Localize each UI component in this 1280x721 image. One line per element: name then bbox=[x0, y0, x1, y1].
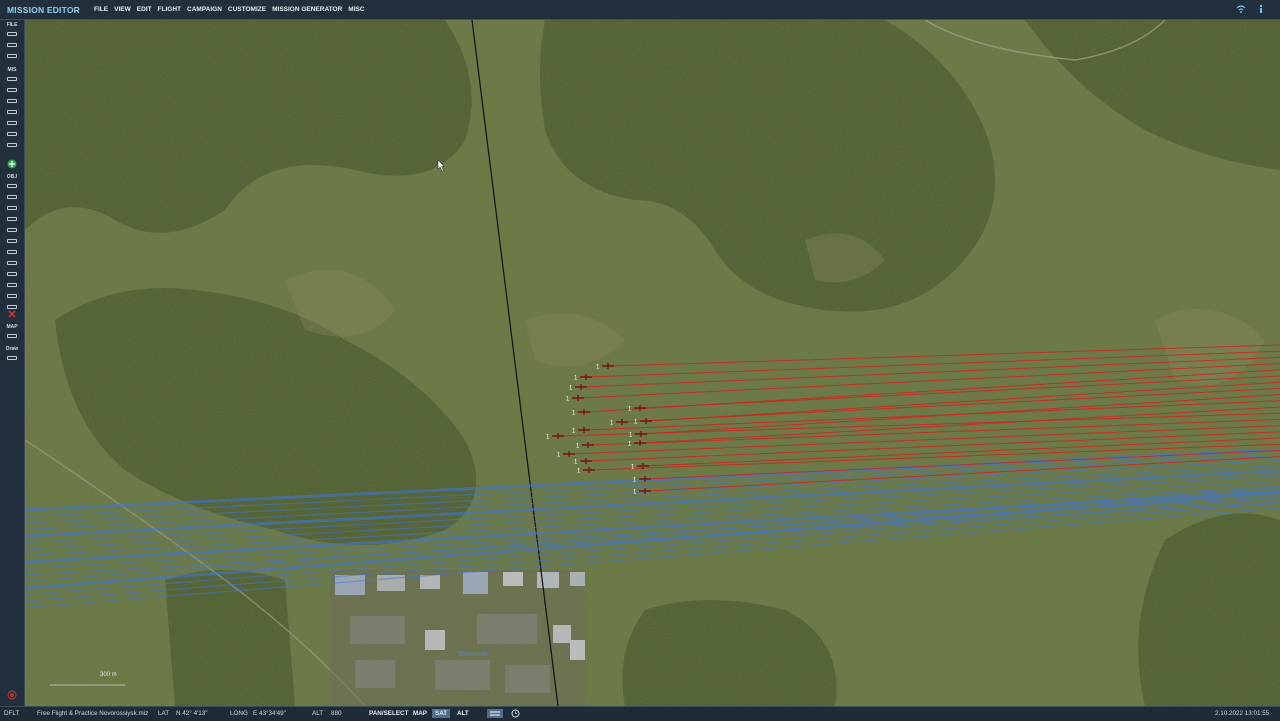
menu-edit[interactable]: EDIT bbox=[137, 6, 152, 13]
sidebar-file-label: FILE bbox=[6, 22, 18, 28]
trigger-icon[interactable] bbox=[4, 97, 20, 105]
satellite-terrain[interactable]: 1111111111111111111 300 m Volodarsk bbox=[25, 20, 1280, 706]
add-warehouse-icon[interactable] bbox=[4, 259, 20, 267]
info-icon[interactable] bbox=[1256, 4, 1266, 14]
check-icon[interactable] bbox=[4, 130, 20, 138]
mission-file-name: Free Flight & Practice Novorossiysk.miz bbox=[37, 710, 149, 717]
date-time: 2.10.2022 13:01:55 bbox=[1215, 710, 1270, 717]
open-mission-icon[interactable] bbox=[4, 41, 20, 49]
long-label: LONG bbox=[230, 710, 248, 717]
add-vehicle-icon[interactable] bbox=[4, 215, 20, 223]
coalition-icon[interactable] bbox=[4, 119, 20, 127]
profile-label: DFLT bbox=[4, 710, 20, 717]
add-nav-point-icon[interactable] bbox=[4, 281, 20, 289]
add-airbase-icon[interactable] bbox=[4, 248, 20, 256]
menu-bar: MISSION EDITOR FILE VIEW EDIT FLIGHT CAM… bbox=[0, 0, 1280, 20]
menu-flight[interactable]: FLIGHT bbox=[158, 6, 181, 13]
status-bar: DFLT Free Flight & Practice Novorossiysk… bbox=[0, 706, 1280, 721]
scale-label: 300 m bbox=[100, 672, 117, 678]
map-mode-button[interactable]: MAP bbox=[410, 709, 430, 718]
add-airplane-icon[interactable] bbox=[4, 182, 20, 190]
lat-label: LAT bbox=[158, 710, 170, 717]
add-helicopter-icon[interactable] bbox=[4, 193, 20, 201]
briefing-icon[interactable] bbox=[4, 75, 20, 83]
menu-view[interactable]: VIEW bbox=[114, 6, 131, 13]
lat-value: N 42° 4'13" bbox=[176, 710, 208, 717]
new-mission-icon[interactable] bbox=[4, 30, 20, 38]
delete-icon[interactable] bbox=[8, 310, 16, 318]
sidebar-map-label: MAP bbox=[6, 324, 18, 330]
resource-icon[interactable] bbox=[4, 141, 20, 149]
alt-label: ALT bbox=[312, 710, 324, 717]
map-options-icon[interactable] bbox=[4, 332, 20, 340]
record-icon[interactable] bbox=[7, 690, 17, 700]
goals-icon[interactable] bbox=[4, 108, 20, 116]
app-title: MISSION EDITOR bbox=[7, 4, 81, 15]
town-label: Volodarsk bbox=[457, 651, 488, 658]
map-view[interactable]: 1111111111111111111 300 m Volodarsk bbox=[25, 20, 1280, 706]
town-blocks bbox=[330, 570, 585, 706]
wifi-icon[interactable] bbox=[1236, 4, 1246, 14]
save-mission-icon[interactable] bbox=[4, 52, 20, 60]
sidebar-obj-label: OBJ bbox=[6, 174, 18, 180]
pan-select-button[interactable]: PAN/SELECT bbox=[366, 709, 411, 718]
add-zone-icon[interactable] bbox=[7, 159, 17, 169]
menu-customize[interactable]: CUSTOMIZE bbox=[228, 6, 266, 13]
menu-misc[interactable]: MISC bbox=[348, 6, 364, 13]
sidebar-mis-label: MIS bbox=[7, 67, 17, 73]
alt-value: 880 bbox=[331, 710, 342, 717]
alt-mode-button[interactable]: ALT bbox=[454, 709, 472, 718]
add-bullseye-icon[interactable] bbox=[4, 292, 20, 300]
add-ship-icon[interactable] bbox=[4, 204, 20, 212]
menu-file[interactable]: FILE bbox=[94, 6, 108, 13]
menu-campaign[interactable]: CAMPAIGN bbox=[187, 6, 222, 13]
weather-icon[interactable] bbox=[4, 86, 20, 94]
long-value: E 43°34'49" bbox=[253, 710, 286, 717]
add-static-icon[interactable] bbox=[4, 226, 20, 234]
layers-icon[interactable] bbox=[487, 709, 503, 718]
toolbar-sidebar: FILE MIS OBJ MAP Draw bbox=[0, 20, 25, 706]
add-zone-tool-icon[interactable] bbox=[4, 270, 20, 278]
add-template-icon[interactable] bbox=[4, 237, 20, 245]
menu-mission-generator[interactable]: MISSION GENERATOR bbox=[272, 6, 342, 13]
sidebar-draw-label[interactable]: Draw bbox=[0, 346, 24, 352]
ruler-icon[interactable] bbox=[4, 354, 20, 362]
clock-icon[interactable] bbox=[511, 709, 520, 718]
sat-mode-button[interactable]: SAT bbox=[432, 709, 451, 718]
